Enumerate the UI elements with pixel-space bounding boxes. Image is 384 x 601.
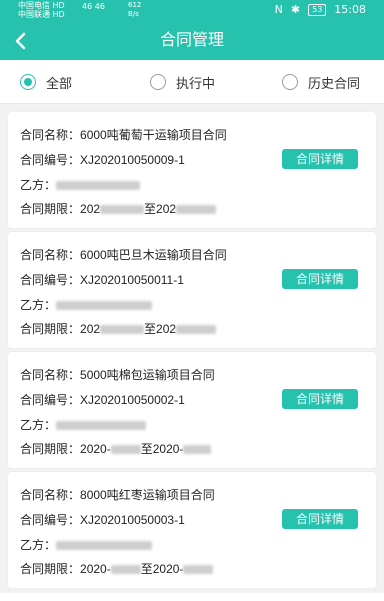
network-speed: 612 B/s bbox=[128, 1, 141, 19]
party-b-label: 乙方： bbox=[20, 178, 57, 192]
filter-history[interactable]: 历史合同 bbox=[282, 71, 360, 93]
radio-icon bbox=[282, 74, 298, 90]
contract-number-label: 合同编号： bbox=[20, 393, 81, 407]
carrier-2: 中国联通 HD bbox=[18, 10, 65, 19]
contract-name-row: 合同名称：6000吨巴旦木运输项目合同 bbox=[20, 246, 227, 263]
contract-name: 8000吨红枣运输项目合同 bbox=[80, 488, 215, 502]
party-b-row: 乙方： bbox=[20, 176, 141, 193]
contract-number-row: 合同编号：XJ202010050002-1 bbox=[20, 391, 185, 408]
nav-bar: 合同管理 bbox=[0, 22, 384, 60]
period-start-redacted bbox=[110, 445, 141, 455]
contract-card: 合同名称：5000吨棉包运输项目合同 合同编号：XJ202010050002-1… bbox=[8, 352, 376, 468]
contract-name-label: 合同名称： bbox=[20, 128, 81, 142]
party-b-redacted bbox=[56, 541, 153, 551]
period-start-redacted bbox=[100, 325, 145, 335]
contract-period-row: 合同期限：202 至202 bbox=[20, 200, 217, 217]
party-b-redacted bbox=[56, 421, 147, 431]
period-start-redacted bbox=[100, 205, 145, 215]
contract-detail-button[interactable]: 合同详情 bbox=[282, 389, 358, 409]
contract-number: XJ202010050009-1 bbox=[80, 153, 185, 167]
period-separator: 至2020- bbox=[140, 442, 184, 456]
party-b-row: 乙方： bbox=[20, 536, 153, 553]
status-right: N ✱ 53 15:08 bbox=[275, 3, 366, 16]
contract-number-label: 合同编号： bbox=[20, 273, 81, 287]
filter-all-label: 全部 bbox=[46, 76, 73, 92]
carrier-1: 中国电信 HD bbox=[18, 1, 65, 10]
contract-period-label: 合同期限： bbox=[20, 322, 81, 336]
contract-card: 合同名称：6000吨巴旦木运输项目合同 合同编号：XJ202010050011-… bbox=[8, 232, 376, 348]
period-start-redacted bbox=[110, 565, 141, 575]
contract-period-row: 合同期限：2020- 至2020- bbox=[20, 560, 214, 577]
period-separator: 至2020- bbox=[140, 562, 184, 576]
contract-name-row: 合同名称：8000吨红枣运输项目合同 bbox=[20, 486, 215, 503]
speed-value: 612 bbox=[128, 1, 142, 9]
contract-number: XJ202010050002-1 bbox=[80, 393, 185, 407]
contract-number-label: 合同编号： bbox=[20, 153, 81, 167]
contract-number: XJ202010050003-1 bbox=[80, 513, 185, 527]
status-bar: 中国电信 HD 中国联通 HD 46 46 612 B/s N ✱ 53 15:… bbox=[0, 0, 384, 22]
contract-name: 6000吨葡萄干运输项目合同 bbox=[80, 128, 227, 142]
filter-active-label: 执行中 bbox=[176, 76, 216, 92]
filter-all[interactable]: 全部 bbox=[20, 71, 72, 93]
contract-name-label: 合同名称： bbox=[20, 368, 81, 382]
period-start: 2020- bbox=[80, 442, 111, 456]
contract-number: XJ202010050011-1 bbox=[80, 273, 184, 287]
filter-active[interactable]: 执行中 bbox=[150, 71, 215, 93]
nfc-icon: N bbox=[274, 3, 283, 16]
contract-period-row: 合同期限：2020- 至2020- bbox=[20, 440, 212, 457]
party-b-label: 乙方： bbox=[20, 538, 57, 552]
contract-name-row: 合同名称：6000吨葡萄干运输项目合同 bbox=[20, 126, 227, 143]
period-end-redacted bbox=[183, 445, 212, 455]
next-card-edge bbox=[0, 593, 384, 601]
period-end-redacted bbox=[183, 565, 214, 575]
contract-detail-button[interactable]: 合同详情 bbox=[282, 269, 358, 289]
party-b-redacted bbox=[56, 181, 141, 191]
speed-unit: B/s bbox=[128, 10, 139, 18]
party-b-row: 乙方： bbox=[20, 416, 147, 433]
period-start: 2020- bbox=[80, 562, 111, 576]
party-b-redacted bbox=[56, 301, 153, 311]
party-b-label: 乙方： bbox=[20, 418, 57, 432]
contract-number-row: 合同编号：XJ202010050003-1 bbox=[20, 511, 185, 528]
party-b-label: 乙方： bbox=[20, 298, 57, 312]
page-title: 合同管理 bbox=[159, 32, 224, 49]
contract-name: 5000吨棉包运输项目合同 bbox=[80, 368, 215, 382]
period-end-redacted bbox=[176, 205, 217, 215]
contract-detail-button[interactable]: 合同详情 bbox=[282, 509, 358, 529]
radio-icon bbox=[150, 74, 166, 90]
clock: 15:08 bbox=[334, 3, 366, 16]
contract-card: 合同名称：8000吨红枣运输项目合同 合同编号：XJ202010050003-1… bbox=[8, 472, 376, 588]
contract-name: 6000吨巴旦木运输项目合同 bbox=[80, 248, 227, 262]
contract-name-row: 合同名称：5000吨棉包运输项目合同 bbox=[20, 366, 215, 383]
contract-period-label: 合同期限： bbox=[20, 202, 81, 216]
period-separator: 至202 bbox=[144, 202, 177, 216]
period-separator: 至202 bbox=[144, 322, 177, 336]
period-start: 202 bbox=[80, 322, 101, 336]
contract-card: 合同名称：6000吨葡萄干运输项目合同 合同编号：XJ202010050009-… bbox=[8, 112, 376, 228]
filter-history-label: 历史合同 bbox=[308, 76, 361, 92]
contract-number-label: 合同编号： bbox=[20, 513, 81, 527]
period-end-redacted bbox=[176, 325, 217, 335]
contract-number-row: 合同编号：XJ202010050011-1 bbox=[20, 271, 184, 288]
filter-bar: 全部 执行中 历史合同 bbox=[0, 60, 384, 104]
contract-detail-button[interactable]: 合同详情 bbox=[282, 149, 358, 169]
contract-name-label: 合同名称： bbox=[20, 248, 81, 262]
carrier-info: 中国电信 HD 中国联通 HD bbox=[18, 1, 65, 19]
battery-icon: 53 bbox=[308, 3, 327, 16]
contract-period-label: 合同期限： bbox=[20, 562, 81, 576]
network-indicator: 46 46 bbox=[82, 2, 105, 11]
period-start: 202 bbox=[80, 202, 101, 216]
contract-period-row: 合同期限：202 至202 bbox=[20, 320, 217, 337]
radio-icon bbox=[20, 74, 36, 90]
contract-number-row: 合同编号：XJ202010050009-1 bbox=[20, 151, 185, 168]
bluetooth-icon: ✱ bbox=[290, 3, 301, 16]
contract-name-label: 合同名称： bbox=[20, 488, 81, 502]
contract-period-label: 合同期限： bbox=[20, 442, 81, 456]
party-b-row: 乙方： bbox=[20, 296, 153, 313]
